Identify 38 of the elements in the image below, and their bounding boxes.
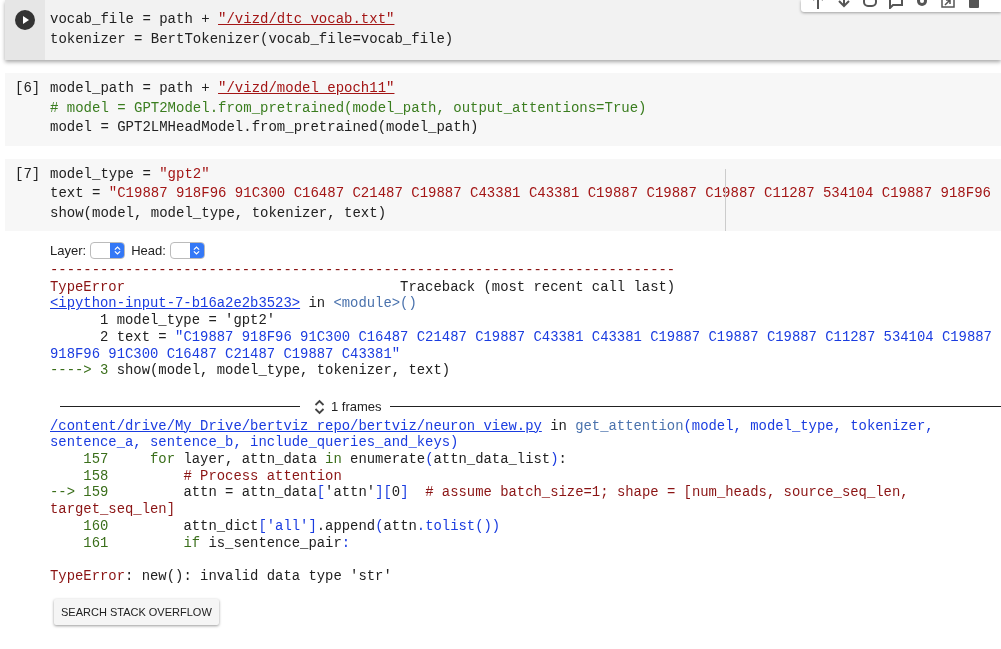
code-line: vocab_file = path + "/vizd/dtc_vocab.txt" — [50, 10, 395, 29]
run-button[interactable] — [15, 10, 35, 30]
traceback-line: 1 model_type = 'gpt2' — [99, 312, 276, 329]
dropdown-label: Layer: — [50, 242, 87, 258]
traceback-line: /content/drive/My_Drive/bertviz_repo/bertviz/neuron_view.py in get_attention(model, model_type, tokenizer, — [50, 417, 934, 435]
code-line: tokenizer = BertTokenizer(vocab_file=vocab_file) — [50, 29, 454, 49]
traceback-line: 160 attn_dict['all'].append(attn.tolist()) — [82, 517, 501, 535]
code-line: model_path = path + "/vizd/model_epoch11" — [50, 79, 395, 98]
traceback-line: 2 text = "C19887 918F96 91C300 C16487 C21487 C19887 C43381 C43381 C19887 C19887 C19887 C11287 534104 C19887 — [99, 328, 992, 346]
dropdown-label: Head: — [131, 242, 166, 258]
code-line: # model = GPT2Model.from_pretrained(model_path, output_attentions=True) — [50, 98, 647, 118]
code-line: model = GPT2LMHeadModel.from_pretrained(model_path) — [50, 118, 479, 137]
traceback-line: <ipython-input-7-b16a2e2b3523> in <module>() — [50, 295, 417, 313]
traceback-line: 157 for layer, attn_data in enumerate(attn_data_list): — [82, 451, 567, 468]
expand-collapse-icon[interactable] — [314, 398, 325, 415]
traceback-line: ----> 3 show(model, model_type, tokenizer, text) — [50, 362, 451, 379]
execution-count: [6] — [15, 79, 41, 98]
dropdown[interactable] — [169, 241, 205, 259]
code-line: text = "C19887 918F96 91C300 C16487 C21487 C19887 C43381 C43381 C19887 C19887 C19887 C11287 534104 C19887 918F96 — [50, 184, 991, 203]
stepper-icon — [193, 244, 201, 256]
traceback-line: --> 159 attn = attn_data['attn'][0] # assume batch_size=1; shape = [num_heads, source_seq_len, — [50, 484, 909, 502]
traceback-line: TypeError: new(): invalid data type 'str' — [50, 567, 392, 585]
traceback-line: --------------------------------------------------------------------------- — [50, 262, 676, 279]
code-line: show(model, model_type, tokenizer, text) — [50, 203, 387, 223]
search-stack-overflow-button[interactable]: SEARCH STACK OVERFLOW — [54, 598, 219, 625]
file-link[interactable]: <ipython-input-7-b16a2e2b3523> — [50, 295, 301, 312]
traceback-line: target_seq_len] — [50, 501, 176, 518]
traceback-line: 918F96 91C300 C16487 C21487 C19887 C43381" — [50, 345, 401, 363]
traceback-line: TypeError Traceback (most recent call last) — [50, 278, 676, 296]
file-link[interactable]: /content/drive/My_Drive/bertviz_repo/bertviz/neuron_view.py — [50, 417, 542, 434]
frames-toggle[interactable]: 1 frames — [331, 399, 382, 415]
stepper-icon — [113, 244, 121, 256]
execution-count: [7] — [15, 164, 41, 184]
dropdown[interactable] — [90, 241, 126, 259]
traceback-line: 161 if is_sentence_pair: — [82, 534, 351, 552]
traceback-line: 158 # Process attention — [82, 467, 342, 485]
code-line: model_type = "gpt2" — [50, 164, 210, 184]
traceback-line: sentence_a, sentence_b, include_queries_and_keys) — [50, 434, 459, 451]
